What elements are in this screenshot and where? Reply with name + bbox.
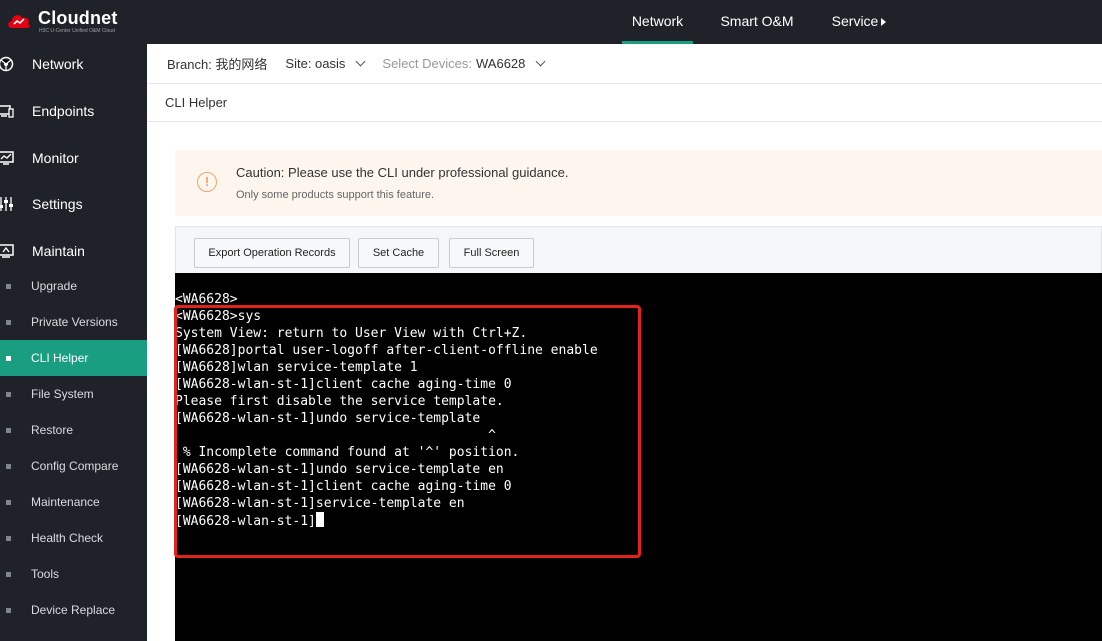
highlight-annotation (174, 305, 641, 558)
sidebar-subitem-label: Restore (31, 423, 74, 437)
brand-logo[interactable]: Cloudnet H3C U-Center Unified O&M Cloud (6, 8, 118, 35)
topnav-service[interactable]: Service (822, 0, 896, 44)
sidebar-subitem-upgrade[interactable]: Upgrade (0, 268, 147, 304)
endpoints-icon (0, 103, 14, 119)
bullet-icon (6, 463, 11, 469)
sidebar-item-monitor[interactable]: Monitor (0, 138, 147, 178)
maintain-icon (0, 243, 14, 259)
divider (147, 121, 1102, 122)
sidebar-subitem-private-versions[interactable]: Private Versions (0, 304, 147, 340)
sidebar-subitem-label: Config Compare (31, 459, 119, 473)
bullet-icon (6, 319, 11, 325)
device-selector[interactable]: Select Devices: WA6628 (382, 56, 546, 71)
sidebar-subitem-label: Upgrade (31, 279, 78, 293)
sidebar-subitem-label: Private Versions (31, 315, 118, 329)
sidebar: Network Endpoints Monitor Settings Maint… (0, 44, 147, 641)
sidebar-subitem-label: CLI Helper (31, 351, 89, 365)
topnav-network-label: Network (631, 13, 684, 29)
sidebar-subitem-device-replace[interactable]: Device Replace (0, 592, 147, 628)
topnav-smart-om-label: Smart O&M (720, 13, 794, 29)
sidebar-subitem-label: Tools (31, 567, 60, 581)
caution-alert: ! Caution: Please use the CLI under prof… (175, 150, 1102, 216)
device-selector-value: WA6628 (476, 56, 526, 71)
cloud-logo-icon (8, 15, 30, 28)
bullet-icon (6, 535, 11, 541)
monitor-icon (0, 150, 14, 166)
branch-selector[interactable]: Branch: 我的网络 (167, 54, 267, 73)
bullet-icon (6, 499, 11, 505)
sidebar-subitem-label: Device Replace (31, 603, 116, 617)
bullet-icon (6, 283, 11, 289)
sidebar-item-settings[interactable]: Settings (0, 184, 147, 224)
sidebar-item-network[interactable]: Network (0, 44, 147, 84)
bullet-icon (6, 571, 11, 577)
settings-sliders-icon (0, 196, 14, 212)
brand-name: Cloudnet (38, 8, 118, 28)
sidebar-subitem-tools[interactable]: Tools (0, 556, 147, 592)
cli-toolbar: Export Operation Records Set Cache Full … (175, 226, 1102, 274)
bullet-icon (6, 427, 11, 433)
full-screen-button[interactable]: Full Screen (449, 238, 534, 268)
warning-circle-icon: ! (197, 172, 217, 192)
bullet-icon (6, 607, 11, 613)
brand-tagline: H3C U-Center Unified O&M Cloud (39, 28, 115, 34)
topnav-smart-om[interactable]: Smart O&M (709, 0, 805, 44)
sidebar-subitem-config-compare[interactable]: Config Compare (0, 448, 147, 484)
export-records-button[interactable]: Export Operation Records (194, 238, 350, 268)
device-selector-label: Select Devices: (382, 56, 472, 71)
sidebar-item-label: Endpoints (32, 103, 95, 119)
page-title: CLI Helper (165, 95, 228, 110)
site-label: Site: oasis (285, 56, 346, 71)
caret-right-icon (881, 18, 887, 26)
sidebar-subitem-file-system[interactable]: File System (0, 376, 147, 412)
chevron-down-icon (535, 56, 546, 67)
topnav-service-label: Service (831, 13, 879, 29)
sidebar-item-label: Settings (32, 196, 83, 212)
sidebar-subitem-label: Health Check (31, 531, 104, 545)
sidebar-item-label: Maintain (32, 243, 85, 259)
breadcrumb: Branch: 我的网络 Site: oasis Select Devices:… (147, 44, 1102, 84)
sidebar-subitem-health-check[interactable]: Health Check (0, 520, 147, 556)
caution-title: Caution: Please use the CLI under profes… (236, 165, 569, 180)
chevron-down-icon (355, 56, 366, 67)
branch-label: Branch: 我的网络 (167, 57, 268, 72)
sidebar-item-endpoints[interactable]: Endpoints (0, 91, 147, 131)
sidebar-subitem-label: File System (31, 387, 94, 401)
sidebar-subitem-label: Maintenance (31, 495, 100, 509)
caution-subtitle: Only some products support this feature. (236, 189, 435, 201)
site-selector[interactable]: Site: oasis (285, 56, 366, 71)
top-bar: Cloudnet H3C U-Center Unified O&M Cloud … (0, 0, 1102, 44)
sidebar-item-maintain[interactable]: Maintain (0, 231, 147, 271)
sidebar-item-label: Network (32, 56, 84, 72)
sidebar-subitem-cli-helper[interactable]: CLI Helper (0, 340, 147, 376)
network-icon (0, 56, 14, 72)
sidebar-subitem-restore[interactable]: Restore (0, 412, 147, 448)
sidebar-subitem-maintenance[interactable]: Maintenance (0, 484, 147, 520)
topnav-network[interactable]: Network (622, 0, 693, 44)
sidebar-item-label: Monitor (32, 150, 79, 166)
set-cache-button[interactable]: Set Cache (358, 238, 439, 268)
bullet-icon (6, 355, 11, 361)
bullet-icon (6, 391, 11, 397)
